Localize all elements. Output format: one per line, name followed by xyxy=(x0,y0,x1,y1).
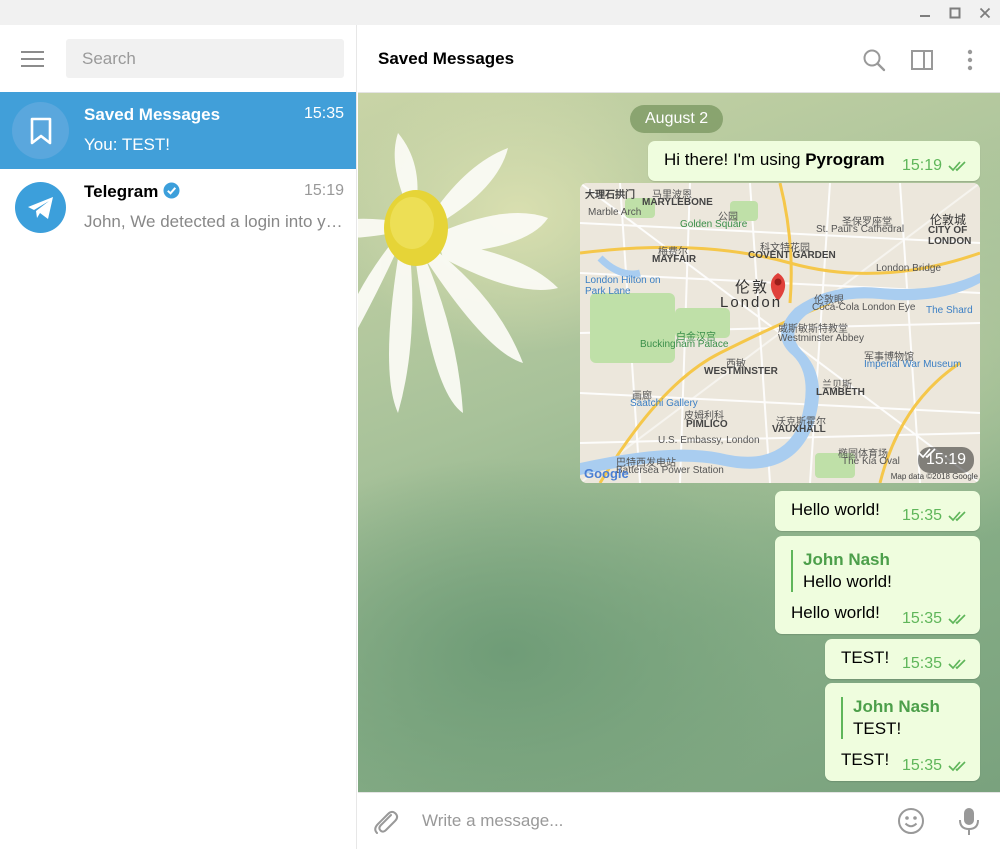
map-label: LAMBETH xyxy=(816,387,865,398)
map-label: MARYLEBONE xyxy=(642,197,713,208)
paperclip-icon[interactable] xyxy=(370,806,400,836)
telegram-icon xyxy=(27,196,53,219)
map-attribution: Map data ©2018 Google xyxy=(890,472,978,481)
message-time: 15:35 xyxy=(901,610,942,627)
map-label: Buckingham Palace xyxy=(640,339,729,350)
search-icon[interactable] xyxy=(859,45,889,75)
reply-quote[interactable]: John Nash TEST! xyxy=(841,697,940,739)
minimize-icon[interactable] xyxy=(910,0,940,25)
maximize-icon[interactable] xyxy=(940,0,970,25)
message-meta: 15:19 xyxy=(902,157,970,175)
chat-preview: John, We detected a login into your acco… xyxy=(84,212,346,231)
chat-main-area: Saved Messages August 2 Hi there! I'm us… xyxy=(358,25,1000,849)
close-icon[interactable] xyxy=(970,0,1000,25)
map-label: VAUXHALL xyxy=(772,424,826,435)
double-check-icon xyxy=(948,659,966,670)
chat-title: Saved Messages xyxy=(378,49,515,68)
outgoing-message[interactable]: Hello world! 15:35 xyxy=(775,491,980,531)
message-history[interactable]: August 2 Hi there! I'm using Pyrogram 15… xyxy=(358,93,1000,792)
message-text: TEST! xyxy=(841,648,890,667)
map-label: MAYFAIR xyxy=(652,254,697,265)
date-separator: August 2 xyxy=(630,105,724,133)
double-check-icon xyxy=(948,161,966,172)
outgoing-message[interactable]: Hi there! I'm using Pyrogram 15:19 xyxy=(648,141,980,181)
window-title-bar xyxy=(0,0,1000,25)
map-label: The Shard xyxy=(926,305,973,316)
map-label: PIMLICO xyxy=(686,419,728,430)
map-label: COVENT GARDEN xyxy=(748,250,836,261)
message-text-prefix: Hi there! I'm using xyxy=(664,150,806,169)
outgoing-message-with-reply[interactable]: John Nash Hello world! Hello world! 15:3… xyxy=(775,536,980,634)
message-meta: 15:35 xyxy=(902,757,970,775)
map-label: Imperial War Museum xyxy=(864,359,962,370)
compose-bar xyxy=(358,792,1000,849)
map-label: London Bridge xyxy=(876,263,942,274)
chat-item-saved-messages[interactable]: Saved Messages 15:35 You: TEST! xyxy=(0,92,356,169)
reply-author: John Nash xyxy=(853,697,940,716)
message-meta: 15:35 xyxy=(902,507,970,525)
reply-text: Hello world! xyxy=(803,572,892,591)
map-label: CITY OF LONDON xyxy=(928,225,972,247)
message-time: 15:35 xyxy=(901,507,942,524)
message-time: 15:35 xyxy=(901,757,942,774)
double-check-icon xyxy=(948,511,966,522)
message-meta: 15:35 xyxy=(902,610,970,628)
message-time: 15:35 xyxy=(901,655,942,672)
bookmark-icon xyxy=(30,117,51,144)
map-label: U.S. Embassy, London xyxy=(658,435,760,446)
more-vertical-icon[interactable] xyxy=(955,45,985,75)
sidebar-toggle-icon[interactable] xyxy=(907,45,937,75)
message-meta: 15:19 xyxy=(917,447,974,473)
location-map-message[interactable]: 大理石拱门 Marble Arch 马里波恩 MARYLEBONE 公园 Gol… xyxy=(580,183,980,483)
chat-name: Saved Messages xyxy=(84,105,221,124)
microphone-icon[interactable] xyxy=(954,805,984,837)
map-label: Coca-Cola London Eye xyxy=(812,302,916,313)
message-input[interactable] xyxy=(410,803,880,839)
map-label: London xyxy=(720,294,783,311)
chat-item-telegram[interactable]: Telegram 15:19 John, We detected a login… xyxy=(0,169,356,246)
avatar xyxy=(12,102,69,159)
wallpaper-daisy-image xyxy=(358,133,558,413)
reply-author: John Nash xyxy=(803,550,890,569)
search-input[interactable] xyxy=(66,39,344,78)
map-label: St. Paul's Cathedral xyxy=(816,224,905,235)
reply-quote[interactable]: John Nash Hello world! xyxy=(791,550,892,592)
chat-preview: You: TEST! xyxy=(84,135,170,154)
map-label: WESTMINSTER xyxy=(704,366,778,377)
message-text: Hello world! xyxy=(791,603,880,622)
sidebar-header xyxy=(0,25,356,92)
map-label: Westminster Abbey xyxy=(778,333,864,344)
map-label: London Hilton on Park Lane xyxy=(585,275,661,297)
outgoing-message[interactable]: TEST! 15:35 xyxy=(825,639,980,679)
chat-header: Saved Messages xyxy=(358,25,1000,93)
map-label: The Kia Oval xyxy=(842,456,900,467)
hamburger-menu-icon[interactable] xyxy=(18,45,48,73)
double-check-icon xyxy=(948,761,966,772)
chat-list-sidebar: Saved Messages 15:35 You: TEST! Telegram… xyxy=(0,25,357,849)
map-label: 大理石拱门 xyxy=(585,190,635,201)
message-text: Hello world! xyxy=(791,500,880,519)
emoji-icon[interactable] xyxy=(896,806,926,836)
map-label: Marble Arch xyxy=(588,207,642,218)
google-logo: Google xyxy=(584,466,629,481)
message-meta: 15:35 xyxy=(902,655,970,673)
map-label: Golden Square xyxy=(680,219,748,230)
message-text: TEST! xyxy=(841,750,890,769)
double-check-icon xyxy=(948,614,966,625)
reply-text: TEST! xyxy=(853,719,902,738)
message-time: 15:19 xyxy=(901,157,942,174)
double-check-icon xyxy=(918,448,936,459)
chat-time: 15:35 xyxy=(303,105,344,122)
map-label: Battersea Power Station xyxy=(616,465,724,476)
outgoing-message-with-reply[interactable]: John Nash TEST! TEST! 15:35 xyxy=(825,683,980,781)
avatar xyxy=(15,182,66,233)
chat-name-wrapper: Telegram xyxy=(84,182,180,202)
verified-badge-icon xyxy=(163,182,180,199)
message-text-bold: Pyrogram xyxy=(805,150,885,169)
chat-name: Telegram xyxy=(84,182,159,201)
message-text: Hi there! I'm using Pyrogram xyxy=(664,150,885,170)
chat-time: 15:19 xyxy=(303,182,344,199)
